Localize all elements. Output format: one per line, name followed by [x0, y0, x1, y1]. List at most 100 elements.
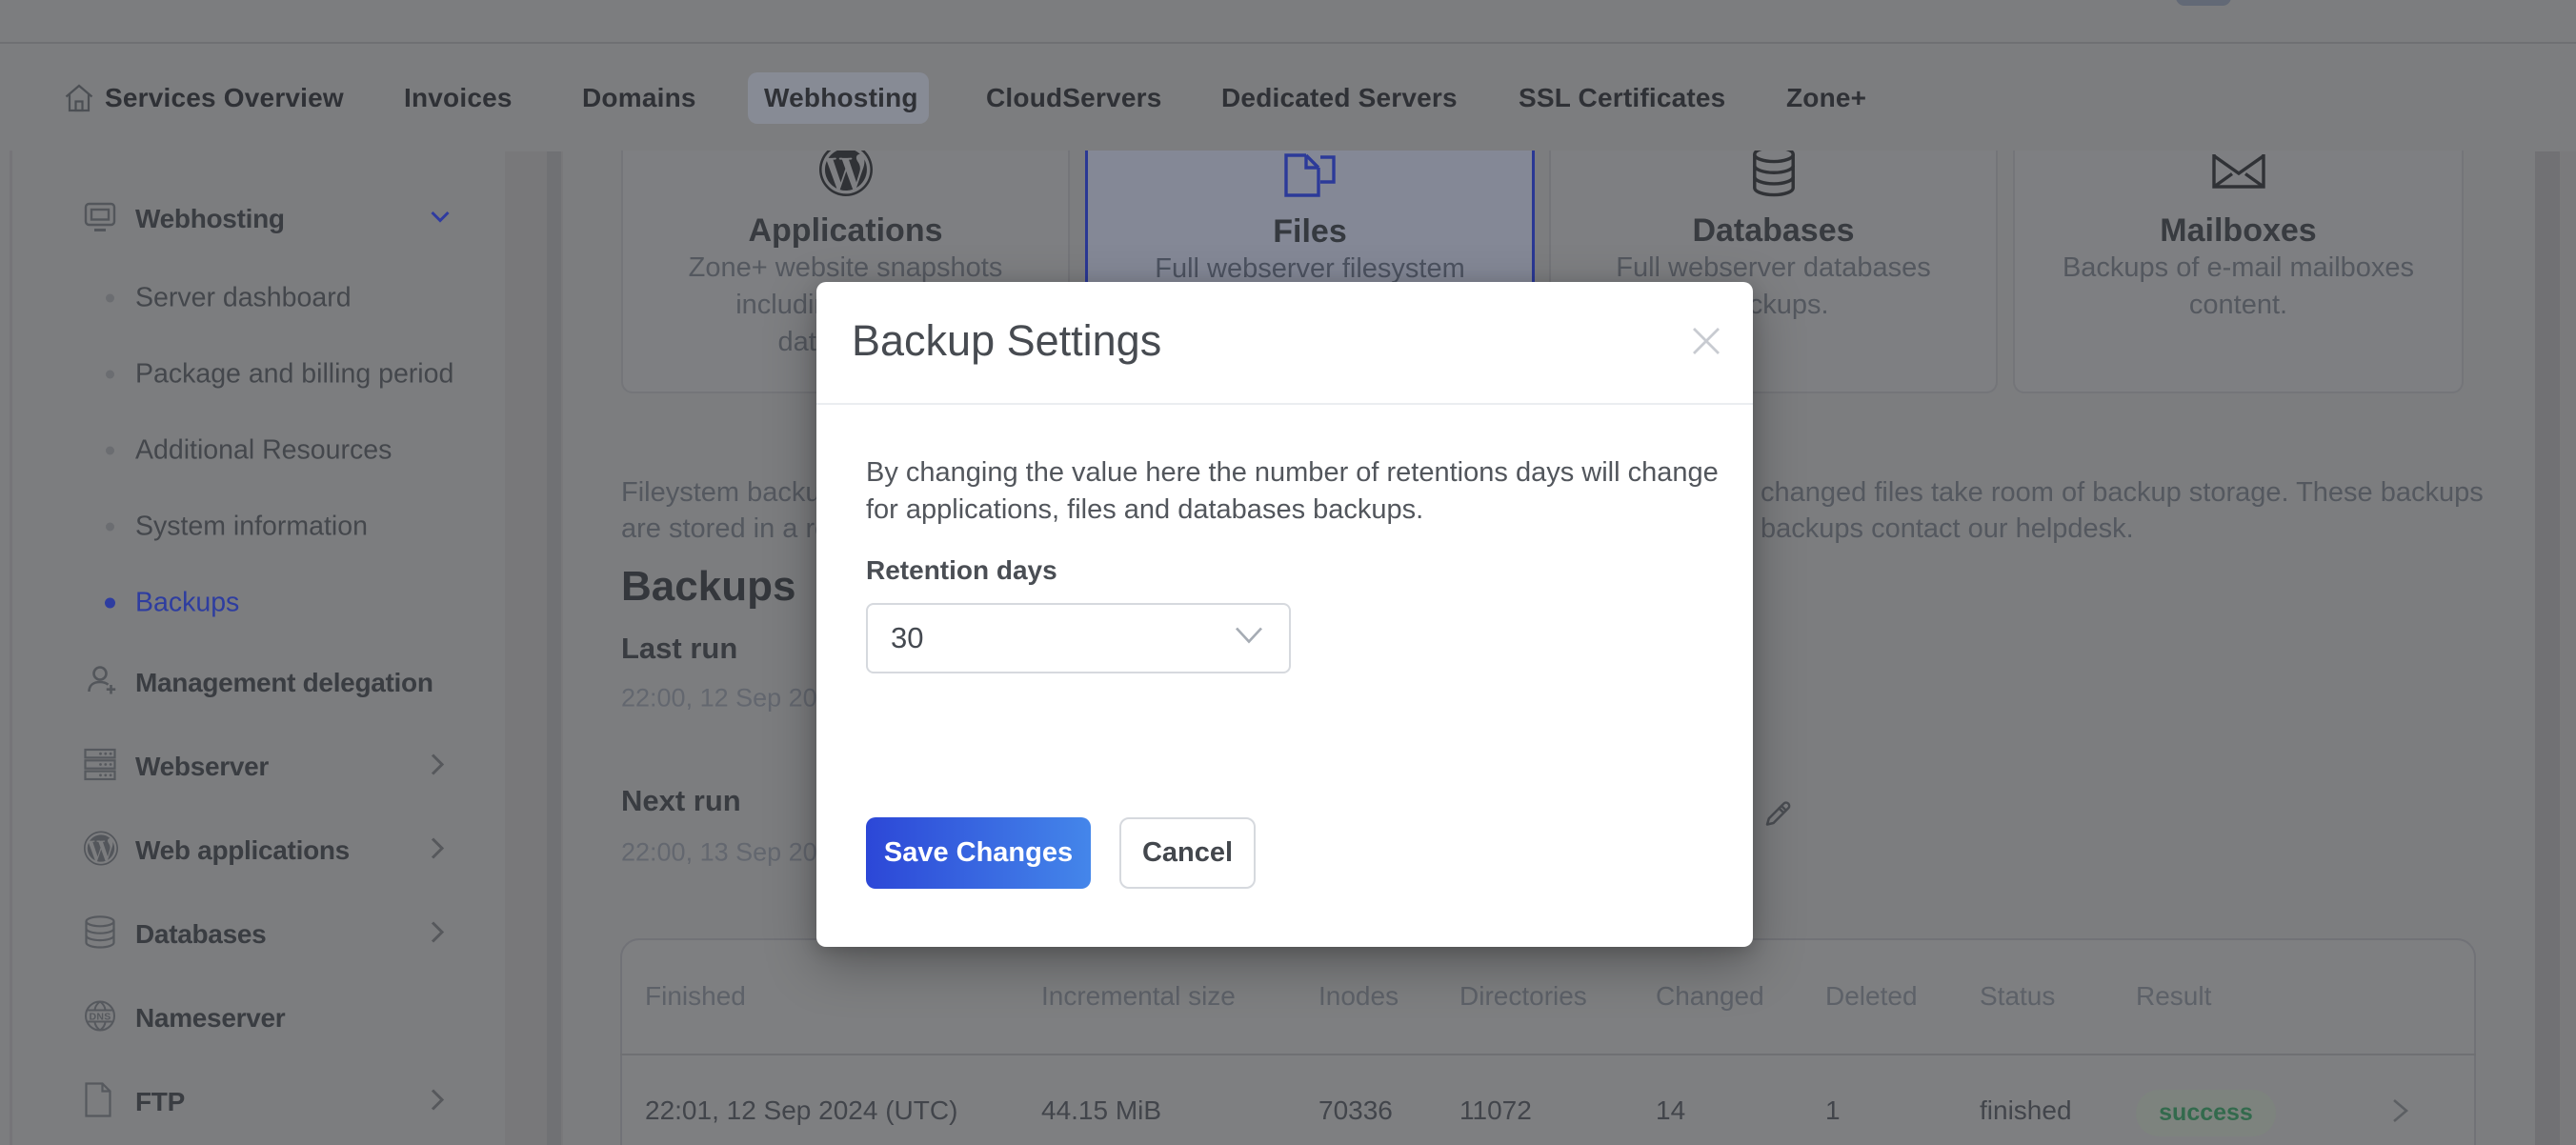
col-changed: Changed — [1656, 981, 1764, 1012]
card-title: Mailboxes — [2015, 213, 2462, 248]
cancel-button[interactable]: Cancel — [1119, 817, 1256, 889]
sidebar-item-nameserver[interactable]: Nameserver — [135, 1003, 285, 1034]
table-header-divider — [620, 1054, 2476, 1055]
card-mailboxes[interactable]: Mailboxes Backups of e-mail mailboxes co… — [2013, 151, 2464, 393]
person-add-icon — [84, 664, 118, 703]
bullet-icon — [105, 598, 115, 609]
account-pill[interactable] — [2176, 0, 2231, 6]
nav-item-webhosting[interactable]: Webhosting — [764, 46, 918, 151]
nav-item-zone-plus[interactable]: Zone+ — [1786, 46, 1866, 151]
card-title: Files — [1088, 214, 1532, 249]
backup-info-text-right: changed files take room of backup storag… — [1761, 474, 2532, 547]
chevron-right-icon — [429, 752, 446, 783]
next-run-label: Next run — [621, 784, 741, 818]
save-button[interactable]: Save Changes — [866, 817, 1091, 889]
sidebar-item-management-delegation[interactable]: Management delegation — [135, 668, 433, 698]
card-desc-line: Backups of e-mail mailboxes — [2015, 250, 2462, 287]
card-title: Databases — [1551, 213, 1996, 248]
col-inodes: Inodes — [1318, 981, 1399, 1012]
col-directories: Directories — [1459, 981, 1587, 1012]
chevron-down-icon — [1230, 624, 1268, 653]
card-title: Applications — [623, 213, 1068, 248]
retention-days-select[interactable]: 30 — [866, 603, 1291, 673]
bullet-icon — [106, 294, 114, 303]
svg-text:DNS: DNS — [89, 1011, 111, 1022]
last-run-value: 22:00, 12 Sep 2024 (UTC) — [621, 684, 816, 713]
backup-info-line: backups contact our helpdesk. — [1761, 511, 2532, 547]
sidebar-left-border — [10, 151, 12, 1145]
nav-item-ssl-certificates[interactable]: SSL Certificates — [1519, 46, 1725, 151]
server-icon — [84, 749, 116, 786]
files-icon — [1088, 153, 1532, 197]
modal-description: By changing the value here the number of… — [866, 454, 1752, 529]
database-icon — [1551, 151, 1996, 198]
home-icon[interactable] — [63, 46, 95, 151]
chevron-right-icon — [429, 919, 446, 951]
wordpress-icon — [623, 151, 1068, 196]
modal-divider — [816, 403, 1753, 405]
cell-changed: 14 — [1656, 1095, 1685, 1126]
nav-item-dedicated-servers[interactable]: Dedicated Servers — [1221, 46, 1458, 151]
dns-icon: DNS — [84, 1000, 116, 1037]
col-status: Status — [1980, 981, 2055, 1012]
chevron-down-icon[interactable] — [429, 210, 452, 230]
sidebar-item-ftp[interactable]: FTP — [135, 1087, 185, 1117]
modal-title: Backup Settings — [852, 316, 1161, 366]
backup-info-line: are stored in a rem — [621, 511, 816, 547]
sidebar-item-databases[interactable]: Databases — [135, 919, 266, 950]
status-badge: success — [2136, 1090, 2276, 1136]
nav-item-domains[interactable]: Domains — [582, 46, 696, 151]
content-scrollbar-thumb[interactable] — [2535, 151, 2560, 1145]
wordpress-icon — [84, 832, 118, 871]
sidebar-item-web-applications[interactable]: Web applications — [135, 835, 350, 866]
modal-description-line: for applications, files and databases ba… — [866, 492, 1752, 529]
cell-inodes: 70336 — [1318, 1095, 1393, 1126]
chevron-right-icon — [429, 835, 446, 867]
chevron-right-icon — [429, 1087, 446, 1118]
cell-finished: 22:01, 12 Sep 2024 (UTC) — [645, 1095, 957, 1126]
nav-item-invoices[interactable]: Invoices — [404, 46, 513, 151]
backup-info-text-left: Fileystem backups are stored in a rem — [621, 474, 816, 551]
bullet-icon — [106, 523, 114, 532]
col-finished: Finished — [645, 981, 746, 1012]
card-description: Backups of e-mail mailboxes content. — [2015, 250, 2462, 324]
status-badge-label: success — [2136, 1090, 2276, 1136]
file-icon — [84, 1082, 112, 1123]
backups-heading: Backups — [621, 563, 795, 611]
select-value: 30 — [891, 621, 923, 655]
backup-info-line: changed files take room of backup storag… — [1761, 474, 2532, 511]
cell-status: finished — [1980, 1095, 2072, 1126]
retention-days-label: Retention days — [866, 555, 1057, 586]
bullet-icon — [106, 371, 114, 379]
mailbox-icon — [2015, 154, 2462, 189]
col-result: Result — [2136, 981, 2211, 1012]
sidebar-item-webhosting[interactable]: Webhosting — [135, 204, 285, 234]
sidebar-item-server-dashboard[interactable]: Server dashboard — [135, 283, 352, 314]
sidebar-item-webserver[interactable]: Webserver — [135, 752, 269, 782]
database-icon — [84, 915, 116, 954]
bullet-icon — [106, 447, 114, 455]
close-icon[interactable] — [1689, 324, 1723, 358]
next-run-value: 22:00, 13 Sep 2024 (UTC) — [621, 838, 816, 868]
monitor-icon — [84, 201, 116, 238]
sidebar-item-backups[interactable]: Backups — [135, 588, 239, 619]
sidebar-item-package-billing[interactable]: Package and billing period — [135, 359, 453, 391]
col-deleted: Deleted — [1825, 981, 1918, 1012]
chevron-right-icon[interactable] — [2384, 1095, 2414, 1131]
backup-settings-modal: Backup Settings By changing the value he… — [816, 282, 1753, 947]
cell-deleted: 1 — [1825, 1095, 1841, 1126]
sidebar-item-system-information[interactable]: System information — [135, 512, 368, 543]
topbar — [0, 0, 2576, 44]
col-incremental-size: Incremental size — [1041, 981, 1236, 1012]
nav-item-cloudservers[interactable]: CloudServers — [986, 46, 1161, 151]
card-desc-line: content. — [2015, 287, 2462, 324]
sidebar-scrollbar-thumb[interactable] — [547, 151, 561, 1145]
main-nav: Services Overview Invoices Domains Webho… — [0, 46, 2576, 151]
sidebar-item-additional-resources[interactable]: Additional Resources — [135, 435, 392, 467]
backup-info-line: Fileystem backups — [621, 474, 816, 511]
cell-incremental-size: 44.15 MiB — [1041, 1095, 1161, 1126]
modal-description-line: By changing the value here the number of… — [866, 454, 1752, 492]
nav-item-services-overview[interactable]: Services Overview — [105, 46, 344, 151]
pencil-icon[interactable] — [1762, 796, 1795, 834]
cell-directories: 11072 — [1459, 1095, 1532, 1126]
